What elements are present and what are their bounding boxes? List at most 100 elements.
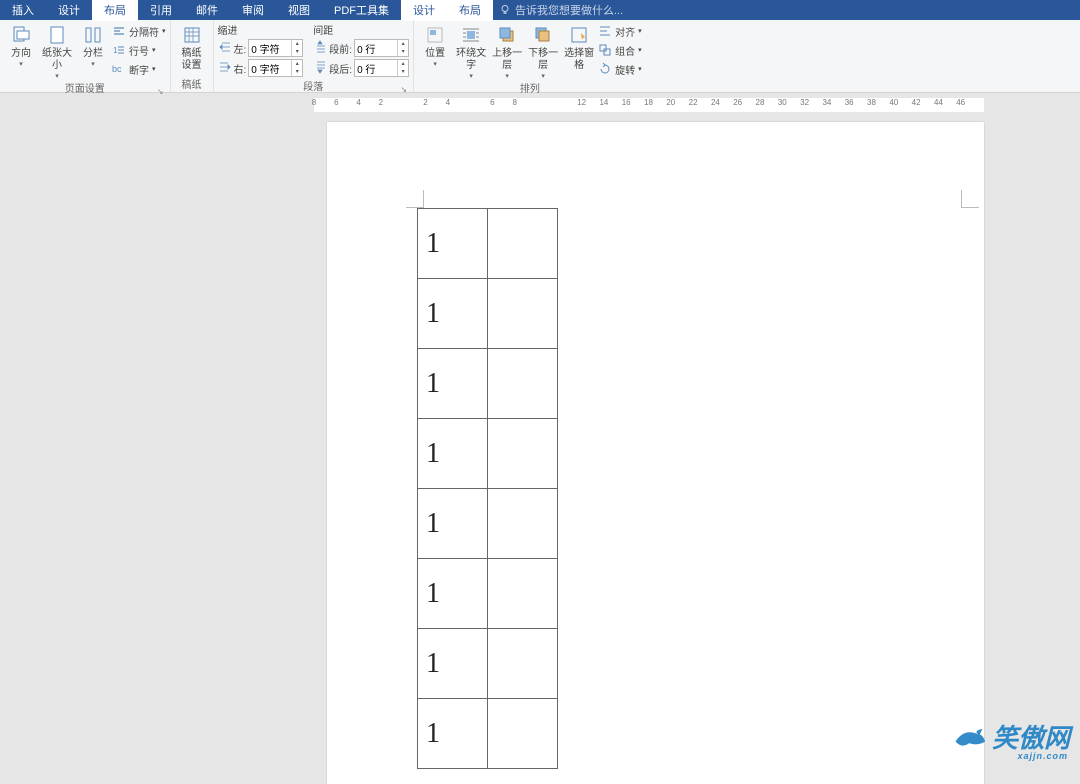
indent-left-icon — [218, 40, 232, 57]
indent-left-input[interactable] — [249, 43, 291, 54]
table-cell[interactable] — [488, 489, 558, 559]
ruler-tick: 46 — [956, 98, 965, 107]
tab-design[interactable]: 设计 — [46, 0, 92, 21]
table-cell[interactable] — [488, 209, 558, 279]
table-cell[interactable] — [488, 629, 558, 699]
ruler-tick: 12 — [577, 98, 586, 107]
tab-references[interactable]: 引用 — [138, 0, 184, 21]
ruler-tick: 2 — [423, 98, 427, 107]
tell-me-placeholder: 告诉我您想要做什么... — [515, 2, 623, 18]
horizontal-ruler[interactable]: 8642246812141618202224262830323436384042… — [314, 98, 984, 112]
hyphenation-icon: bc — [112, 62, 126, 76]
ruler-tick: 22 — [689, 98, 698, 107]
svg-text:1: 1 — [113, 46, 118, 55]
tab-review[interactable]: 审阅 — [230, 0, 276, 21]
ruler-tick: 34 — [822, 98, 831, 107]
tab-insert[interactable]: 插入 — [0, 0, 46, 21]
columns-icon — [82, 24, 104, 46]
tab-layout[interactable]: 布局 — [92, 0, 138, 21]
table-row[interactable]: 1 — [418, 559, 558, 629]
group-label-manuscript: 稿纸 — [175, 76, 209, 92]
tab-table-design[interactable]: 设计 — [401, 0, 447, 21]
indent-right-row: 右: ▴▾ — [218, 58, 304, 78]
send-backward-button[interactable]: 下移一层▾ — [526, 22, 560, 80]
group-label-arrange: 排列 — [418, 80, 642, 96]
orientation-button[interactable]: 方向▾ — [4, 22, 38, 68]
table-cell[interactable] — [488, 559, 558, 629]
table-row[interactable]: 1 — [418, 629, 558, 699]
table-row[interactable]: 1 — [418, 349, 558, 419]
ruler-tick: 38 — [867, 98, 876, 107]
margin-corner-tl — [406, 190, 424, 208]
columns-button[interactable]: 分栏▾ — [76, 22, 110, 68]
group-manuscript: 稿纸设置 稿纸 — [171, 20, 214, 92]
spacing-heading: 间距 — [313, 22, 409, 38]
indent-left-spinner[interactable]: ▴▾ — [248, 39, 303, 57]
ruler-tick: 20 — [666, 98, 675, 107]
table-row[interactable]: 1 — [418, 699, 558, 769]
table-cell[interactable] — [488, 349, 558, 419]
breaks-button[interactable]: 分隔符▾ — [112, 22, 166, 40]
ruler-tick: 32 — [800, 98, 809, 107]
hyphenation-button[interactable]: bc 断字▾ — [112, 60, 166, 78]
align-icon — [598, 24, 612, 38]
spacing-before-spinner[interactable]: ▴▾ — [354, 39, 409, 57]
ruler-tick: 26 — [733, 98, 742, 107]
line-numbers-button[interactable]: 1 行号▾ — [112, 41, 166, 59]
table-cell[interactable]: 1 — [418, 489, 488, 559]
table-cell[interactable]: 1 — [418, 559, 488, 629]
table-row[interactable]: 1 — [418, 209, 558, 279]
spacing-after-spinner[interactable]: ▴▾ — [354, 59, 409, 77]
tab-mailings[interactable]: 邮件 — [184, 0, 230, 21]
tab-pdf-tools[interactable]: PDF工具集 — [322, 0, 401, 21]
table-cell[interactable] — [488, 279, 558, 349]
table-row[interactable]: 1 — [418, 489, 558, 559]
spacing-after-row: 段后: ▴▾ — [313, 58, 409, 78]
table-cell[interactable]: 1 — [418, 629, 488, 699]
table-cell[interactable]: 1 — [418, 419, 488, 489]
group-button[interactable]: 组合▾ — [598, 41, 642, 59]
align-button[interactable]: 对齐▾ — [598, 22, 642, 40]
table-cell[interactable]: 1 — [418, 279, 488, 349]
table-row[interactable]: 1 — [418, 419, 558, 489]
manuscript-button[interactable]: 稿纸设置 — [175, 22, 209, 72]
spacing-before-row: 段前: ▴▾ — [313, 38, 409, 58]
size-icon — [46, 24, 68, 46]
margin-corner-tr — [961, 190, 979, 208]
table-cell[interactable]: 1 — [418, 349, 488, 419]
wrap-text-button[interactable]: 环绕文字▾ — [454, 22, 488, 80]
indent-right-input[interactable] — [249, 63, 291, 74]
tab-view[interactable]: 视图 — [276, 0, 322, 21]
table-cell[interactable] — [488, 419, 558, 489]
spacing-before-input[interactable] — [355, 43, 397, 54]
spacing-after-input[interactable] — [355, 63, 397, 74]
group-label-paragraph[interactable]: 段落 — [218, 78, 410, 94]
document-page[interactable]: 11111111 — [327, 122, 984, 784]
ruler-tick: 40 — [889, 98, 898, 107]
indent-right-spinner[interactable]: ▴▾ — [248, 59, 303, 77]
indent-left-row: 左: ▴▾ — [218, 38, 304, 58]
table-row[interactable]: 1 — [418, 279, 558, 349]
group-label-page-setup[interactable]: 页面设置 — [4, 80, 166, 96]
size-button[interactable]: 纸张大小▾ — [40, 22, 74, 80]
ruler-tick: 14 — [599, 98, 608, 107]
table-cell[interactable] — [488, 699, 558, 769]
ruler-tick: 30 — [778, 98, 787, 107]
send-backward-icon — [532, 24, 554, 46]
ruler-tick: 16 — [622, 98, 631, 107]
document-table[interactable]: 11111111 — [417, 208, 558, 769]
orientation-icon — [10, 24, 32, 46]
selection-pane-icon — [568, 24, 590, 46]
menu-bar: 插入 设计 布局 引用 邮件 审阅 视图 PDF工具集 设计 布局 告诉我您想要… — [0, 0, 1080, 20]
bring-forward-button[interactable]: 上移一层▾ — [490, 22, 524, 80]
rotate-button[interactable]: 旋转▾ — [598, 60, 642, 78]
group-paragraph: 缩进 左: ▴▾ 右: ▴▾ 间距 段前: ▴▾ — [214, 20, 415, 92]
table-cell[interactable]: 1 — [418, 209, 488, 279]
table-cell[interactable]: 1 — [418, 699, 488, 769]
lightbulb-icon — [499, 4, 511, 16]
bring-forward-icon — [496, 24, 518, 46]
selection-pane-button[interactable]: 选择窗格 — [562, 22, 596, 72]
tell-me-search[interactable]: 告诉我您想要做什么... — [499, 2, 623, 18]
position-button[interactable]: 位置▾ — [418, 22, 452, 68]
tab-table-layout[interactable]: 布局 — [447, 0, 493, 21]
